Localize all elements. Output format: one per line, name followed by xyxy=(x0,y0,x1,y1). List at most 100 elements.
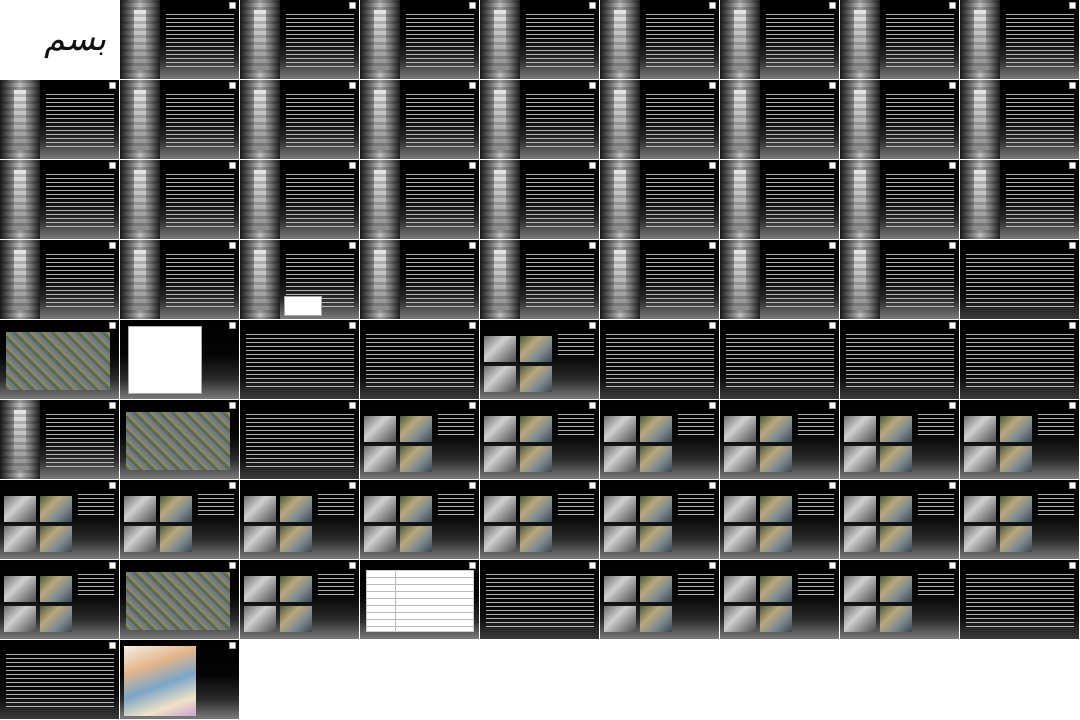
slide-number-marker xyxy=(949,2,956,9)
slide-number-marker xyxy=(1069,2,1076,9)
site-photo xyxy=(400,496,432,522)
slide-thumbnail[interactable] xyxy=(720,0,839,79)
slide-thumbnail[interactable] xyxy=(960,160,1079,239)
slide-thumbnail[interactable] xyxy=(960,240,1079,319)
slide-thumbnail[interactable] xyxy=(720,480,839,559)
slide-thumbnail[interactable] xyxy=(480,480,599,559)
slide-thumbnail[interactable] xyxy=(840,160,959,239)
slide-thumbnail[interactable] xyxy=(360,480,479,559)
slide-thumbnail[interactable] xyxy=(120,480,239,559)
slide-thumbnail[interactable] xyxy=(120,240,239,319)
site-photo xyxy=(640,416,672,442)
slide-thumbnail[interactable] xyxy=(960,80,1079,159)
slide-thumbnail[interactable] xyxy=(360,400,479,479)
body-text-lines xyxy=(678,414,714,436)
slide-thumbnail[interactable] xyxy=(240,160,359,239)
slide-thumbnail[interactable] xyxy=(240,240,359,319)
slide-thumbnail[interactable] xyxy=(600,80,719,159)
slide-thumbnail[interactable] xyxy=(0,480,119,559)
slide-thumbnail[interactable] xyxy=(960,480,1079,559)
slide-thumbnail[interactable] xyxy=(600,320,719,399)
slide-number-marker xyxy=(589,482,596,489)
site-photo xyxy=(724,526,756,552)
slide-thumbnail[interactable] xyxy=(360,320,479,399)
slide-thumbnail[interactable] xyxy=(720,320,839,399)
slide-thumbnail[interactable] xyxy=(480,240,599,319)
slide-thumbnail[interactable] xyxy=(840,0,959,79)
slide-thumbnail[interactable] xyxy=(600,400,719,479)
slide-thumbnail[interactable] xyxy=(480,560,599,639)
slide-thumbnail[interactable] xyxy=(0,560,119,639)
slide-thumbnail[interactable] xyxy=(0,640,119,719)
slide-number-marker xyxy=(949,322,956,329)
slide-thumbnail[interactable] xyxy=(120,400,239,479)
slide-thumbnail[interactable] xyxy=(720,560,839,639)
slide-thumbnail[interactable] xyxy=(120,80,239,159)
slide-thumbnail[interactable] xyxy=(240,80,359,159)
slide-thumbnail[interactable] xyxy=(480,80,599,159)
slide-thumbnail[interactable] xyxy=(600,480,719,559)
slide-thumbnail[interactable]: بسم الله الرحمن الرحيم xyxy=(0,0,119,79)
slide-thumbnail[interactable] xyxy=(240,480,359,559)
slide-thumbnail[interactable] xyxy=(360,240,479,319)
site-photo xyxy=(484,336,516,362)
slide-thumbnail[interactable] xyxy=(600,560,719,639)
slide-thumbnail[interactable] xyxy=(480,0,599,79)
slide-thumbnail[interactable] xyxy=(600,240,719,319)
slide-thumbnail[interactable] xyxy=(0,160,119,239)
slide-number-marker xyxy=(829,482,836,489)
slide-thumbnail[interactable] xyxy=(360,160,479,239)
slide-thumbnail[interactable] xyxy=(600,0,719,79)
body-text-lines xyxy=(1006,174,1074,230)
street-photo xyxy=(960,80,1000,159)
slide-thumbnail[interactable] xyxy=(240,320,359,399)
slide-thumbnail[interactable] xyxy=(360,0,479,79)
body-text-lines xyxy=(246,334,354,390)
site-photo xyxy=(604,576,636,602)
street-photo xyxy=(360,0,400,79)
slide-thumbnail[interactable] xyxy=(120,640,239,719)
slide-thumbnail[interactable] xyxy=(0,240,119,319)
site-photo xyxy=(484,526,516,552)
site-photo xyxy=(760,416,792,442)
site-photo xyxy=(244,496,276,522)
slide-thumbnail[interactable] xyxy=(120,320,239,399)
slide-thumbnail[interactable] xyxy=(360,560,479,639)
slide-thumbnail[interactable] xyxy=(960,560,1079,639)
slide-thumbnail[interactable] xyxy=(840,320,959,399)
slide-thumbnail[interactable] xyxy=(480,320,599,399)
diagram-image xyxy=(284,296,322,316)
slide-thumbnail[interactable] xyxy=(840,400,959,479)
slide-thumbnail[interactable] xyxy=(840,560,959,639)
slide-thumbnail[interactable] xyxy=(480,160,599,239)
slide-thumbnail[interactable] xyxy=(240,560,359,639)
slide-thumbnail[interactable] xyxy=(720,160,839,239)
slide-number-marker xyxy=(109,242,116,249)
slide-thumbnail[interactable] xyxy=(720,80,839,159)
site-photo xyxy=(724,576,756,602)
slide-thumbnail[interactable] xyxy=(960,320,1079,399)
slide-thumbnail[interactable] xyxy=(480,400,599,479)
slide-thumbnail[interactable] xyxy=(120,0,239,79)
slide-thumbnail[interactable] xyxy=(960,0,1079,79)
slide-thumbnail[interactable] xyxy=(840,80,959,159)
slide-thumbnail[interactable] xyxy=(600,160,719,239)
slide-thumbnail[interactable] xyxy=(0,400,119,479)
slide-thumbnail[interactable] xyxy=(120,160,239,239)
slide-thumbnail[interactable] xyxy=(360,80,479,159)
slide-number-marker xyxy=(949,402,956,409)
slide-thumbnail[interactable] xyxy=(0,320,119,399)
slide-thumbnail[interactable] xyxy=(0,80,119,159)
slide-thumbnail[interactable] xyxy=(120,560,239,639)
slide-thumbnail[interactable] xyxy=(960,400,1079,479)
body-text-lines xyxy=(558,334,594,356)
site-photo xyxy=(844,496,876,522)
slide-thumbnail[interactable] xyxy=(240,0,359,79)
site-photo xyxy=(640,526,672,552)
site-photo xyxy=(364,416,396,442)
slide-thumbnail[interactable] xyxy=(840,480,959,559)
slide-thumbnail[interactable] xyxy=(240,400,359,479)
slide-thumbnail[interactable] xyxy=(720,400,839,479)
slide-thumbnail[interactable] xyxy=(720,240,839,319)
slide-thumbnail[interactable] xyxy=(840,240,959,319)
